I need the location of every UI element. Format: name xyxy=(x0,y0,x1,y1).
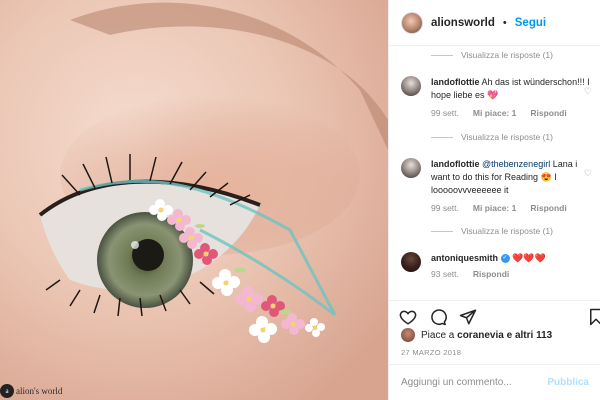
add-comment-bar: Pubblica xyxy=(389,364,600,400)
comment-item: landoflottie @thebenzenegirl Lana i want… xyxy=(389,158,597,213)
comment-body: antoniquesmith ✓ ❤️❤️❤️ xyxy=(431,252,597,265)
view-replies-label: Visualizza le risposte (1) xyxy=(461,50,553,60)
comment-meta: 99 sett. Mi piace: 1 Rispondi xyxy=(431,108,597,118)
reply-button[interactable]: Rispondi xyxy=(473,269,509,279)
view-replies-label: Visualizza le risposte (1) xyxy=(461,132,553,142)
share-icon[interactable] xyxy=(459,308,477,326)
post-side-panel: alionsworld • Segui Visualizza le rispos… xyxy=(388,0,600,400)
likes-conjunction: e xyxy=(503,329,515,341)
reply-button[interactable]: Rispondi xyxy=(530,203,566,213)
comment-likes[interactable]: Mi piace: 1 xyxy=(473,108,516,118)
reply-button[interactable]: Rispondi xyxy=(530,108,566,118)
comment-username[interactable]: landoflottie xyxy=(431,77,480,87)
comment-time[interactable]: 99 sett. xyxy=(431,203,459,213)
comment-icon[interactable] xyxy=(429,308,447,326)
comment-meta: 93 sett. Rispondi xyxy=(431,269,597,279)
comment-username[interactable]: landoflottie xyxy=(431,159,480,169)
comment-item: landoflottie Ah das ist wünderschon!!! I… xyxy=(389,76,597,118)
likes-summary: Piace a coranevia e altri 113 xyxy=(401,328,552,342)
comment-likes[interactable]: Mi piace: 1 xyxy=(473,203,516,213)
publish-button[interactable]: Pubblica xyxy=(547,377,589,388)
post-date[interactable]: 27 MARZO 2018 xyxy=(401,348,461,357)
replies-line xyxy=(431,136,453,138)
header-username[interactable]: alionsworld xyxy=(431,17,495,29)
comment-avatar[interactable] xyxy=(401,76,421,96)
replies-line xyxy=(431,230,453,232)
comment-time[interactable]: 93 sett. xyxy=(431,269,459,279)
likes-prefix: Piace a xyxy=(421,329,458,341)
small-heart-icon[interactable]: ♡ xyxy=(584,168,592,179)
view-replies-link[interactable]: Visualizza le risposte (1) xyxy=(431,50,553,60)
photo-watermark: a alion's world xyxy=(0,384,62,398)
view-replies-link[interactable]: Visualizza le risposte (1) xyxy=(431,226,553,236)
avatar[interactable] xyxy=(401,11,423,34)
watermark-text: alion's world xyxy=(16,386,63,396)
likes-text: Piace a coranevia e altri 113 xyxy=(421,330,552,341)
replies-line xyxy=(431,54,453,56)
liker-avatar[interactable] xyxy=(401,328,415,342)
view-replies-label: Visualizza le risposte (1) xyxy=(461,226,553,236)
bookmark-icon[interactable] xyxy=(587,308,600,326)
header-separator: • xyxy=(502,16,507,29)
verified-badge-icon: ✓ xyxy=(500,254,510,264)
comment-meta: 99 sett. Mi piace: 1 Rispondi xyxy=(431,203,597,213)
heart-icon[interactable] xyxy=(399,308,417,326)
small-heart-icon[interactable]: ♡ xyxy=(584,86,592,97)
liker-username[interactable]: coranevia xyxy=(457,330,504,341)
eye-makeup-illustration xyxy=(0,0,388,400)
comment-avatar[interactable] xyxy=(401,158,421,178)
comment-time[interactable]: 99 sett. xyxy=(431,108,459,118)
comment-input[interactable] xyxy=(401,377,541,388)
comment-mention[interactable]: @thebenzenegirl xyxy=(482,159,550,169)
comment-body: landoflottie Ah das ist wünderschon!!! I… xyxy=(431,76,597,102)
comment-text: ❤️❤️❤️ xyxy=(512,253,546,263)
follow-button[interactable]: Segui xyxy=(515,17,546,29)
watermark-logo: a xyxy=(0,384,14,398)
comment-body: landoflottie @thebenzenegirl Lana i want… xyxy=(431,158,597,197)
comment-username[interactable]: antoniquesmith xyxy=(431,253,498,263)
likes-others-link[interactable]: altri 113 xyxy=(515,330,552,341)
post-photo[interactable]: a alion's world xyxy=(0,0,388,400)
post-header: alionsworld • Segui xyxy=(389,0,600,46)
comment-item: antoniquesmith ✓ ❤️❤️❤️ 93 sett. Rispond… xyxy=(389,252,597,279)
comment-avatar[interactable] xyxy=(401,252,421,272)
view-replies-link[interactable]: Visualizza le risposte (1) xyxy=(431,132,553,142)
